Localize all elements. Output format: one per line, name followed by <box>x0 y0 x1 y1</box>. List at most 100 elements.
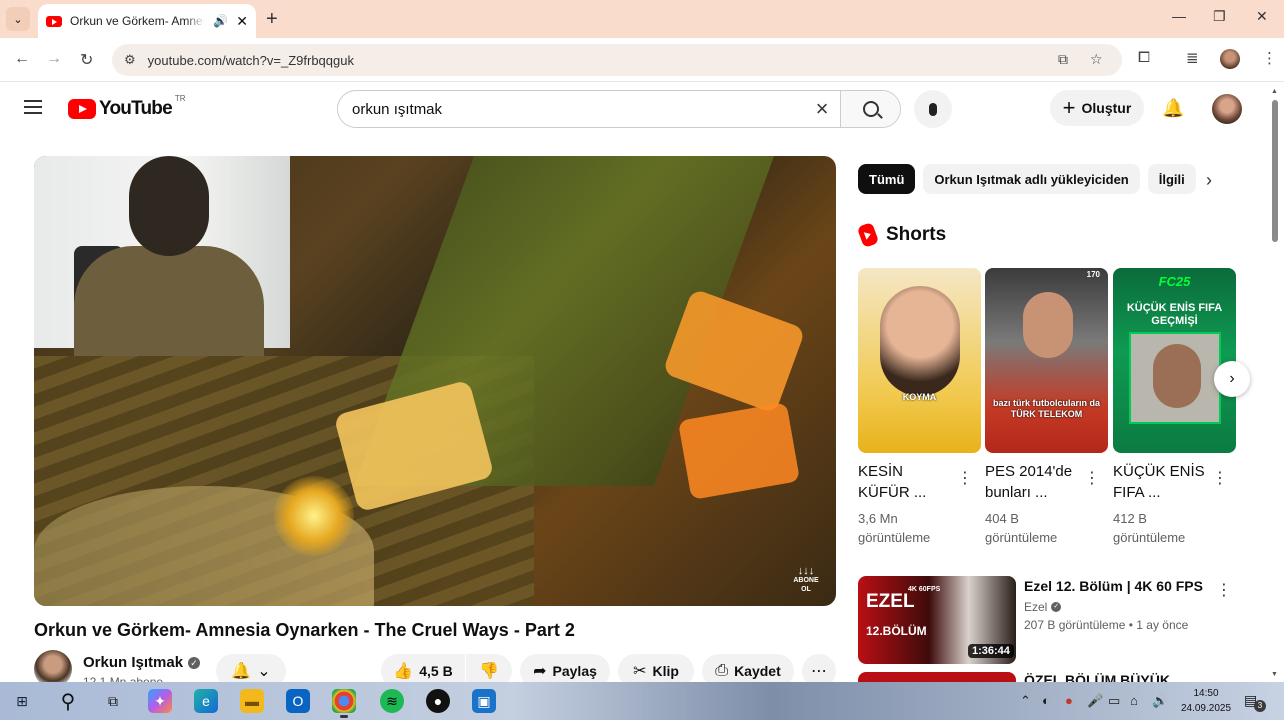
chip-all[interactable]: Tümü <box>858 164 916 194</box>
youtube-logo[interactable]: YouTube TR <box>68 94 186 120</box>
file-explorer-icon[interactable]: ▬ <box>240 689 264 713</box>
taskbar-clock[interactable]: 14:50 24.09.2025 <box>1178 686 1234 716</box>
short-title[interactable]: KESİN KÜFÜR ... <box>858 461 954 503</box>
account-avatar[interactable] <box>1212 94 1242 124</box>
thumbnail-face <box>880 286 960 396</box>
notification-badge: 3 <box>1254 700 1266 712</box>
scrollbar-thumb[interactable] <box>1272 100 1278 242</box>
extensions-puzzle-icon[interactable]: ⧠ <box>1138 49 1150 66</box>
close-window-button[interactable]: ✕ <box>1256 8 1268 25</box>
like-count: 4,5 B <box>419 663 453 679</box>
bookmark-star-icon[interactable]: ☆ <box>1090 51 1103 68</box>
minimize-button[interactable]: — <box>1172 8 1186 24</box>
scroll-down-icon[interactable]: ▼ <box>1271 671 1278 678</box>
search-box: × <box>337 90 901 128</box>
app-window-icon[interactable]: ▣ <box>472 689 496 713</box>
channel-name-row[interactable]: Orkun Işıtmak ✓ <box>83 654 201 671</box>
reload-icon[interactable]: ↻ <box>80 50 93 70</box>
notifications-bell-icon[interactable]: 🔔 <box>1162 98 1184 119</box>
video-thumbnail[interactable]: EZEL 4K 60FPS 12.BÖLÜM 1:36:44 <box>858 576 1016 664</box>
video-player[interactable]: ↓↓↓ ABONE OL <box>34 156 836 606</box>
tray-app-icon[interactable]: ◐ <box>1042 693 1050 708</box>
tray-app-icon[interactable]: ▭ <box>1108 693 1120 709</box>
video-channel[interactable]: Ezel ✓ <box>1024 600 1062 614</box>
video-scene-cushion <box>677 402 801 500</box>
scroll-up-icon[interactable]: ▲ <box>1271 88 1278 95</box>
url-text[interactable]: youtube.com/watch?v=_Z9frbqqguk <box>148 53 354 68</box>
short-title[interactable]: KÜÇÜK ENİS FIFA ... <box>1113 461 1209 503</box>
region-code: TR <box>174 94 186 103</box>
video-title-link[interactable]: ÖZEL BÖLÜM BÜYÜK <box>1024 672 1170 682</box>
more-vert-icon[interactable]: ⋮ <box>1084 468 1100 488</box>
windows-start-icon[interactable]: ⊞ <box>10 689 34 713</box>
outlook-icon[interactable]: O <box>286 689 310 713</box>
chip-from-uploader[interactable]: Orkun Işıtmak adlı yükleyiciden <box>923 164 1140 194</box>
browser-menu-icon[interactable]: ⋮ <box>1262 49 1277 67</box>
volume-icon[interactable]: 🔊 <box>1152 693 1168 709</box>
short-thumbnail[interactable]: 170 bazı türk futbolcuların da TÜRK TELE… <box>985 268 1108 453</box>
copilot-icon[interactable]: ✦ <box>148 689 172 713</box>
search-icon[interactable]: ⚲ <box>56 689 80 713</box>
network-icon[interactable]: ⌂ <box>1130 693 1138 708</box>
speaker-icon[interactable]: 🔊 <box>213 14 228 28</box>
browser-tab[interactable]: Orkun ve Görkem- Amnesia Oynarken - The … <box>38 4 256 38</box>
task-view-icon[interactable]: ⧉ <box>101 689 125 713</box>
recommended-video[interactable]: EZEL 4K 60FPS 12.BÖLÜM 1:36:44 Ezel 12. … <box>858 576 1238 664</box>
thumbnail-quality: 4K 60FPS <box>908 586 941 593</box>
chrome-icon[interactable] <box>332 689 356 718</box>
install-app-icon[interactable]: ⧉ <box>1058 51 1068 68</box>
share-arrow-icon: ➦ <box>533 663 547 680</box>
back-arrow-icon[interactable]: ← <box>14 50 30 68</box>
edge-browser-icon[interactable]: e <box>194 689 218 713</box>
chevron-right-icon[interactable]: › <box>1206 170 1212 191</box>
site-info-icon[interactable]: ⚙ <box>124 52 136 68</box>
notifications-icon[interactable]: ▤ 3 <box>1244 692 1266 712</box>
chip-related[interactable]: İlgili <box>1147 164 1196 194</box>
create-button[interactable]: + Oluştur <box>1050 90 1144 126</box>
browser-profile-avatar[interactable] <box>1220 49 1240 69</box>
maximize-button[interactable]: ❐ <box>1213 8 1226 25</box>
hamburger-menu-icon[interactable] <box>24 100 42 114</box>
microphone-icon <box>929 102 937 116</box>
omnibox[interactable]: ⚙ youtube.com/watch?v=_Z9frbqqguk ⧉ ☆ <box>112 44 1122 76</box>
more-vert-icon[interactable]: ⋮ <box>957 468 973 488</box>
address-bar-row: ← → ↻ ⚙ youtube.com/watch?v=_Z9frbqqguk … <box>0 38 1284 82</box>
video-title-link[interactable]: Ezel 12. Bölüm | 4K 60 FPS <box>1024 578 1203 594</box>
short-title[interactable]: PES 2014'de bunları ... <box>985 461 1081 503</box>
new-tab-button[interactable]: + <box>266 8 278 31</box>
tab-close-icon[interactable]: ✕ <box>236 13 248 30</box>
short-card[interactable]: FC25 KÜÇÜK ENİS FIFA GEÇMİŞİ KÜÇÜK ENİS … <box>1113 268 1236 547</box>
webcam-body <box>74 246 264 356</box>
app-icon[interactable]: ● <box>426 689 450 713</box>
clear-search-icon[interactable]: × <box>804 96 840 122</box>
media-control-icon[interactable]: ≣ <box>1186 49 1199 67</box>
shorts-header: Shorts <box>856 221 946 249</box>
more-vert-icon[interactable]: ⋮ <box>1216 580 1232 600</box>
spotify-icon[interactable]: ≋ <box>380 689 404 713</box>
short-thumbnail[interactable]: FC25 KÜÇÜK ENİS FIFA GEÇMİŞİ <box>1113 268 1236 453</box>
search-button[interactable] <box>840 91 900 127</box>
video-thumbnail[interactable] <box>858 672 1016 682</box>
short-card[interactable]: KOYMA KESİN KÜFÜR ... 3,6 Mn görüntüleme… <box>858 268 981 547</box>
thumbnail-caption: bazı türk futbolcuların da TÜRK TELEKOM <box>992 398 1100 419</box>
share-label: Paylaş <box>552 663 597 679</box>
shorts-next-button[interactable]: › <box>1214 361 1250 397</box>
channel-name[interactable]: Ezel <box>1024 600 1047 614</box>
channel-name[interactable]: Orkun Işıtmak <box>83 654 183 671</box>
forward-arrow-icon[interactable]: → <box>46 50 62 68</box>
video-duration: 1:36:44 <box>968 644 1014 658</box>
recommended-video[interactable]: ÖZEL BÖLÜM BÜYÜK <box>858 672 1238 682</box>
tray-overflow-chevron-icon[interactable]: ⌃ <box>1020 693 1031 709</box>
chevron-right-icon: › <box>1229 370 1235 387</box>
short-thumbnail[interactable]: KOYMA <box>858 268 981 453</box>
search-input[interactable] <box>338 91 804 127</box>
more-vert-icon[interactable]: ⋮ <box>1212 468 1228 488</box>
short-card[interactable]: 170 bazı türk futbolcuların da TÜRK TELE… <box>985 268 1108 547</box>
tab-search-button[interactable]: ⌄ <box>6 7 30 31</box>
tray-app-icon[interactable]: ● <box>1065 693 1073 708</box>
voice-search-button[interactable] <box>914 90 952 128</box>
subscribe-watermark[interactable]: ↓↓↓ ABONE OL <box>788 566 824 594</box>
windows-taskbar: ⊞ ⚲ ⧉ ✦ e ▬ O ≋ ● ▣ ⌃ ◐ ● 🎤 ▭ ⌂ 🔊 14:50 … <box>0 682 1284 720</box>
page-scrollbar[interactable]: ▲ ▼ <box>1270 88 1280 678</box>
microphone-icon[interactable]: 🎤 <box>1087 693 1103 709</box>
